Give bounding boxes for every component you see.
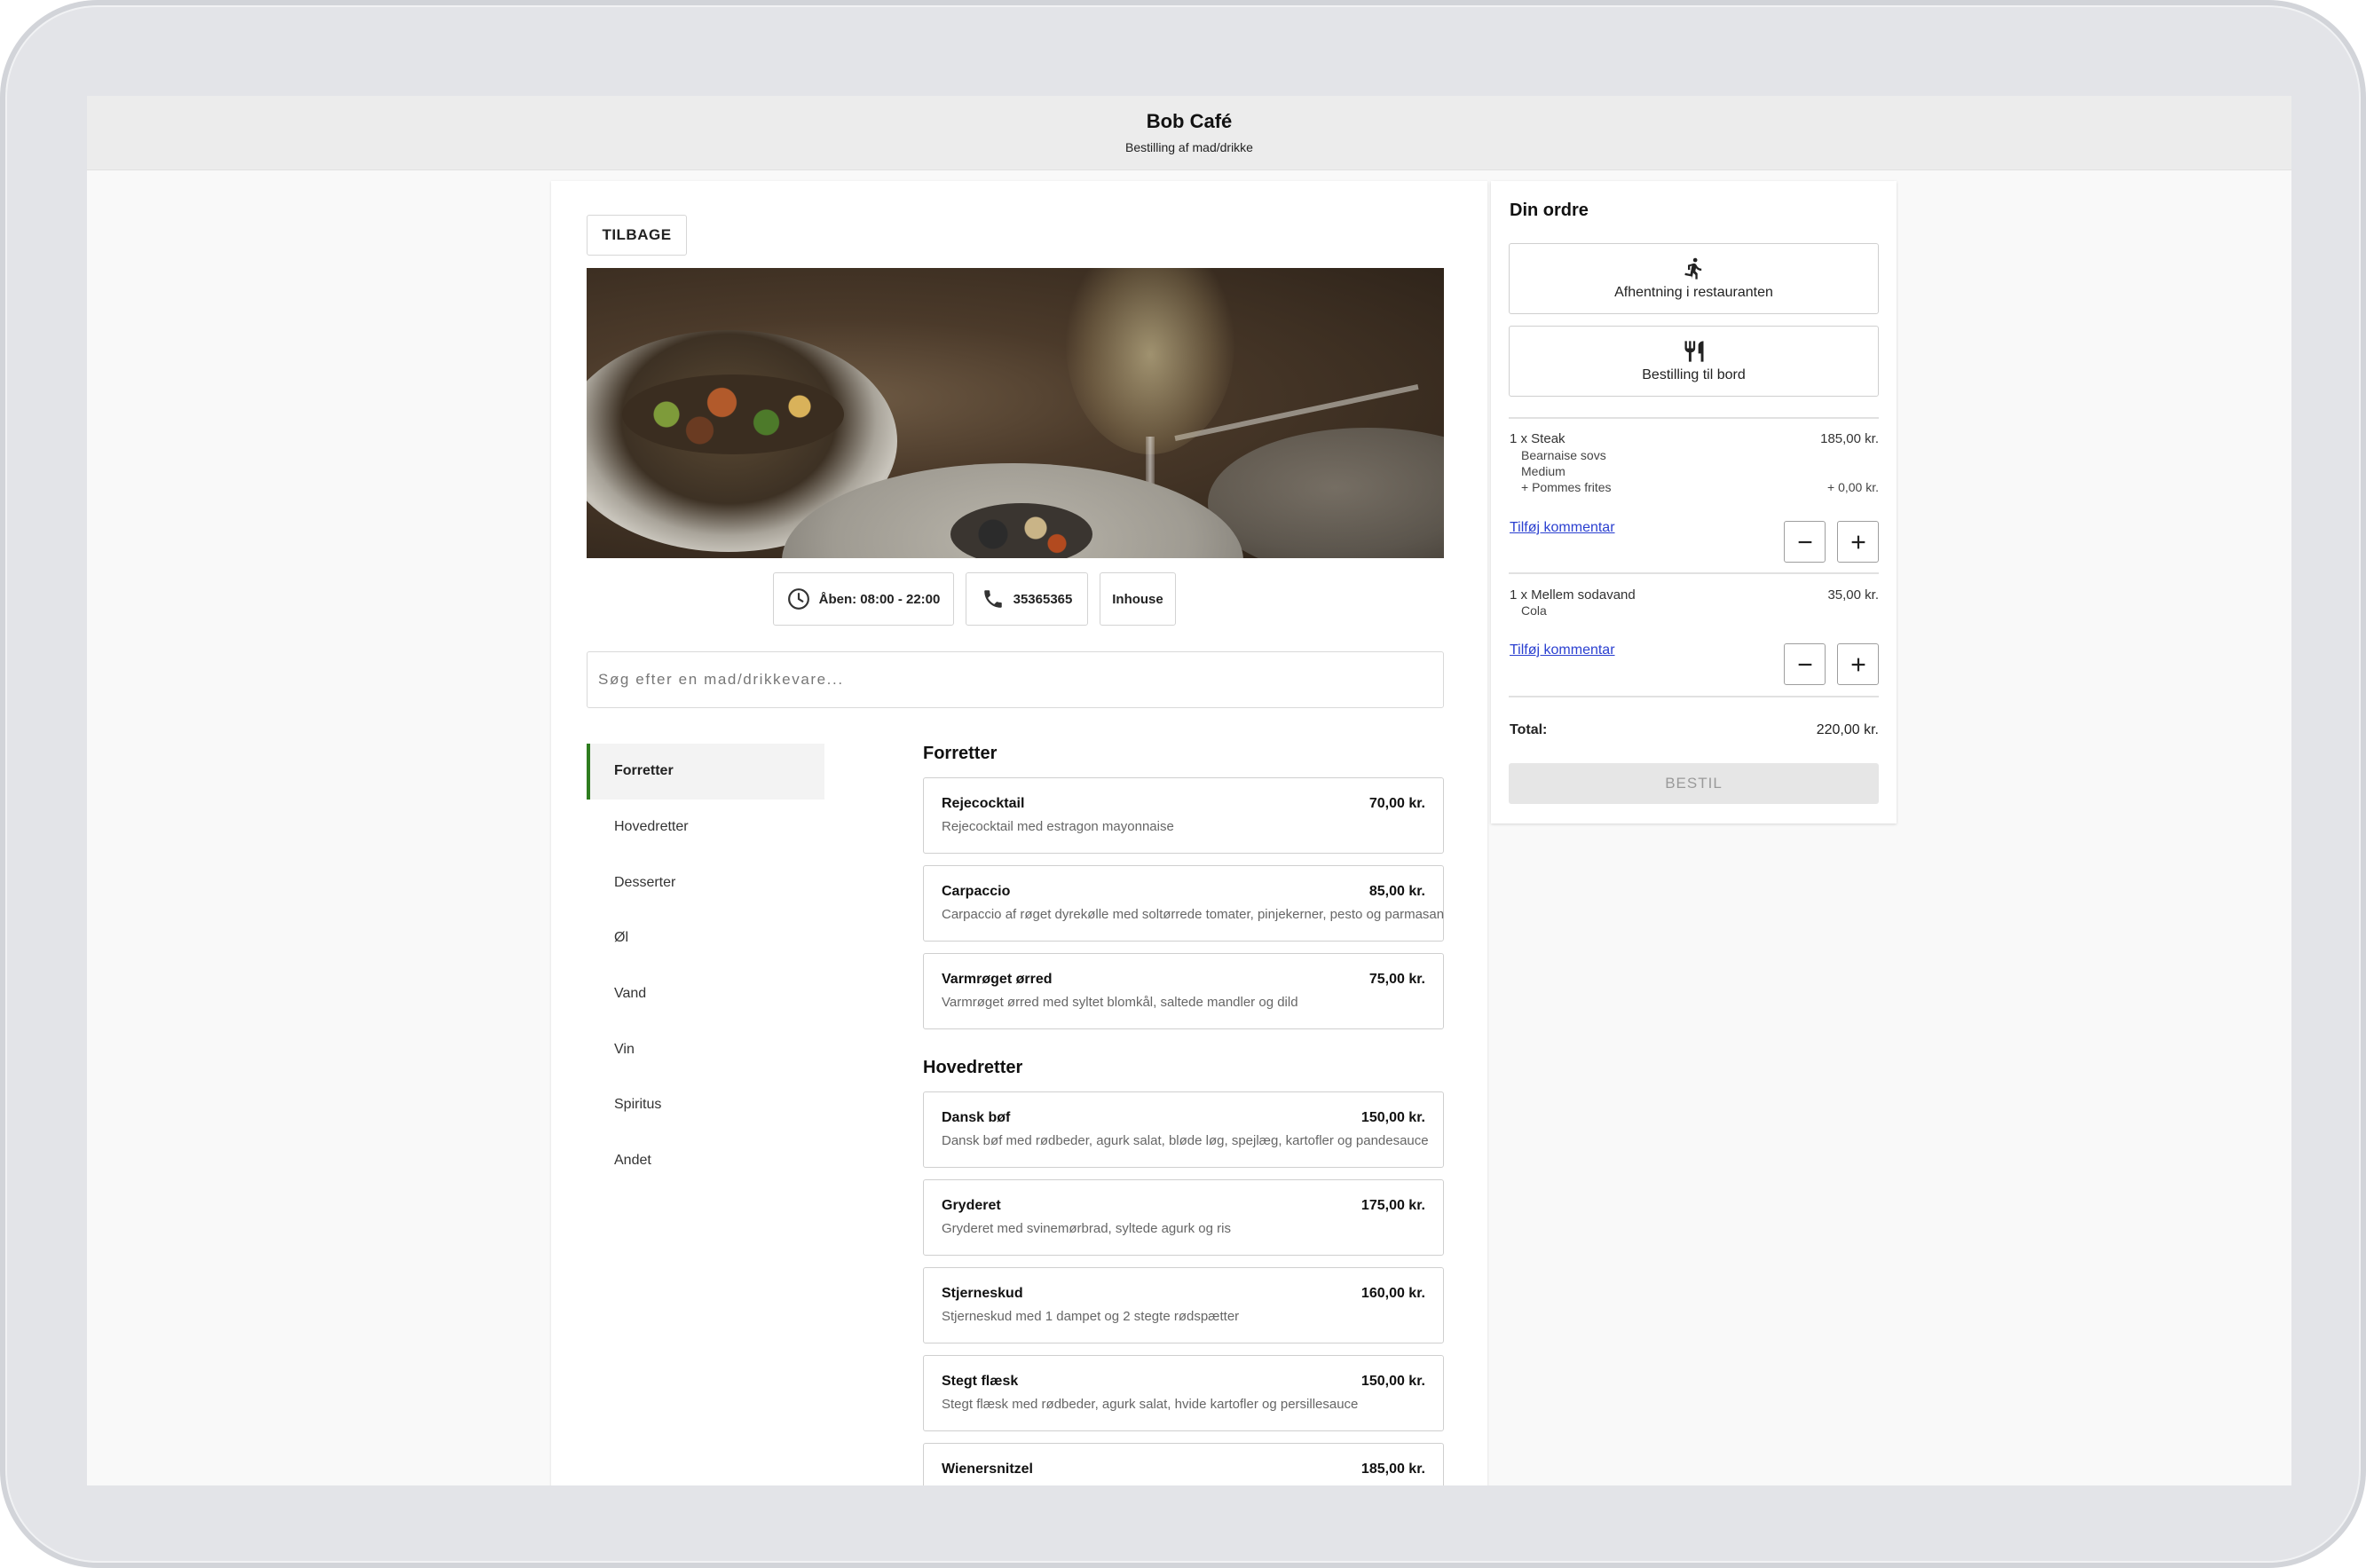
increase-quantity-button[interactable] — [1837, 521, 1879, 563]
opening-hours-pill[interactable]: Åben: 08:00 - 22:00 — [773, 572, 954, 626]
menu-item-card[interactable]: Varmrøget ørred 75,00 kr. Varmrøget ørre… — [923, 953, 1444, 1029]
category-item-ol[interactable]: Øl — [587, 910, 824, 966]
order-divider — [1509, 417, 1879, 419]
category-item-spiritus[interactable]: Spiritus — [587, 1077, 824, 1133]
hero-plate-shape — [1208, 428, 1444, 558]
hero-wine-glass-shape — [1066, 268, 1234, 454]
phone-icon — [983, 590, 1002, 608]
tablet-frame: Bob Café Bestilling af mad/drikke TILBAG… — [0, 0, 2366, 1568]
order-card: Din ordre Afhentning i restauranten Best… — [1491, 181, 1897, 823]
menu-item-name: Rejecocktail — [942, 796, 1025, 811]
menu-item-card[interactable]: Gryderet 175,00 kr. Gryderet med svinemø… — [923, 1179, 1444, 1256]
table-order-label: Bestilling til bord — [1642, 367, 1746, 382]
menu-item-price: 70,00 kr. — [1368, 796, 1425, 811]
order-line-detail: Cola — [1521, 603, 1547, 618]
menu-item-description: Rejecocktail med estragon mayonnaise — [942, 819, 1174, 834]
hero-food-front-shape — [950, 503, 1092, 558]
menu-item-name: Dansk bøf — [942, 1110, 1011, 1125]
phone-number-text: 35365365 — [1013, 591, 1073, 607]
menu-item-price: 85,00 kr. — [1368, 884, 1425, 899]
search-input[interactable] — [587, 651, 1444, 708]
order-line-detail: + Pommes frites — [1521, 480, 1612, 494]
total-label: Total: — [1510, 722, 1548, 737]
menu-item-description: Varmrøget ørred med syltet blomkål, salt… — [942, 995, 1298, 1010]
menu-item-price: 150,00 kr. — [1360, 1374, 1425, 1389]
menu-item-description: Gryderet med svinemørbrad, syltede agurk… — [942, 1221, 1231, 1236]
inhouse-text: Inhouse — [1112, 591, 1163, 607]
plus-icon — [1851, 535, 1865, 548]
category-list: Forretter Hovedretter Desserter Øl Vand … — [587, 744, 824, 1189]
order-line-extra-price: + 0,00 kr. — [1827, 480, 1879, 494]
order-line-price: 185,00 kr. — [1820, 431, 1879, 446]
app-screen: Bob Café Bestilling af mad/drikke TILBAG… — [87, 96, 2291, 1485]
menu-item-name: Varmrøget ørred — [942, 972, 1053, 987]
minus-icon — [1798, 540, 1811, 543]
minus-icon — [1798, 663, 1811, 666]
plus-icon — [1851, 658, 1865, 671]
menu-items-column: Forretter Rejecocktail 70,00 kr. Rejecoc… — [923, 740, 1444, 1485]
category-item-desserter[interactable]: Desserter — [587, 855, 824, 910]
app-header: Bob Café Bestilling af mad/drikke — [87, 96, 2291, 170]
menu-item-price: 175,00 kr. — [1360, 1198, 1425, 1213]
increase-quantity-button[interactable] — [1837, 643, 1879, 685]
menu-item-card[interactable]: Carpaccio 85,00 kr. Carpaccio af røget d… — [923, 865, 1444, 942]
add-comment-link[interactable]: Tilføj kommentar — [1510, 642, 1615, 658]
clock-icon — [787, 588, 809, 610]
category-item-vin[interactable]: Vin — [587, 1021, 824, 1077]
decrease-quantity-button[interactable] — [1784, 643, 1826, 685]
order-line-detail: Bearnaise sovs — [1521, 448, 1606, 462]
menu-item-name: Gryderet — [942, 1198, 1001, 1213]
menu-item-description: Carpaccio af røget dyrekølle med soltørr… — [942, 907, 1445, 922]
menu-item-price: 185,00 kr. — [1360, 1462, 1425, 1477]
menu-item-description: Dansk bøf med rødbeder, agurk salat, blø… — [942, 1133, 1429, 1148]
menu-item-card[interactable]: Stegt flæsk 150,00 kr. Stegt flæsk med r… — [923, 1355, 1444, 1431]
opening-hours-text: Åben: 08:00 - 22:00 — [818, 591, 941, 607]
menu-item-name: Wienersnitzel — [942, 1462, 1033, 1477]
phone-pill[interactable]: 35365365 — [966, 572, 1088, 626]
fork-knife-icon — [1684, 341, 1703, 362]
category-item-forretter[interactable]: Forretter — [587, 744, 824, 800]
menu-item-card[interactable]: Wienersnitzel 185,00 kr. — [923, 1443, 1444, 1485]
place-order-button[interactable]: BESTIL — [1509, 763, 1879, 804]
menu-item-name: Stegt flæsk — [942, 1374, 1019, 1389]
pickup-mode-button[interactable]: Afhentning i restauranten — [1509, 243, 1879, 314]
add-comment-link[interactable]: Tilføj kommentar — [1510, 520, 1615, 536]
table-order-button[interactable]: Bestilling til bord — [1509, 326, 1879, 397]
restaurant-hero-image — [587, 268, 1444, 558]
menu-item-card[interactable]: Rejecocktail 70,00 kr. Rejecocktail med … — [923, 777, 1444, 854]
order-divider — [1509, 696, 1879, 697]
menu-item-price: 75,00 kr. — [1368, 972, 1425, 987]
hero-food-shape — [622, 374, 844, 454]
order-divider — [1509, 572, 1879, 574]
menu-item-name: Stjerneskud — [942, 1286, 1023, 1301]
order-line-detail: Medium — [1521, 464, 1566, 478]
section-title-hovedretter: Hovedretter — [923, 1058, 1023, 1077]
menu-card: TILBAGE Åben: 08:00 - 22:00 35365365 Inh… — [551, 181, 1487, 1485]
order-title: Din ordre — [1510, 201, 1589, 220]
order-line-title: 1 x Steak — [1510, 431, 1566, 446]
category-item-hovedretter[interactable]: Hovedretter — [587, 800, 824, 855]
pickup-mode-label: Afhentning i restauranten — [1614, 285, 1773, 300]
inhouse-pill[interactable]: Inhouse — [1100, 572, 1176, 626]
back-button[interactable]: TILBAGE — [587, 215, 687, 256]
decrease-quantity-button[interactable] — [1784, 521, 1826, 563]
menu-item-card[interactable]: Dansk bøf 150,00 kr. Dansk bøf med rødbe… — [923, 1091, 1444, 1168]
menu-item-price: 160,00 kr. — [1360, 1286, 1425, 1301]
order-line-price: 35,00 kr. — [1827, 587, 1879, 603]
section-title-forretter: Forretter — [923, 744, 998, 763]
walking-person-icon — [1684, 257, 1701, 280]
category-item-andet[interactable]: Andet — [587, 1133, 824, 1189]
info-row: Åben: 08:00 - 22:00 35365365 Inhouse — [551, 572, 1487, 626]
total-value: 220,00 kr. — [1816, 722, 1879, 737]
app-subtitle: Bestilling af mad/drikke — [1125, 140, 1253, 154]
menu-item-card[interactable]: Stjerneskud 160,00 kr. Stjerneskud med 1… — [923, 1267, 1444, 1343]
app-title: Bob Café — [1146, 110, 1233, 132]
menu-item-name: Carpaccio — [942, 884, 1011, 899]
category-item-vand[interactable]: Vand — [587, 966, 824, 1022]
menu-item-description: Stjerneskud med 1 dampet og 2 stegte rød… — [942, 1309, 1240, 1324]
menu-item-price: 150,00 kr. — [1360, 1110, 1425, 1125]
menu-item-description: Stegt flæsk med rødbeder, agurk salat, h… — [942, 1397, 1359, 1412]
order-line-title: 1 x Mellem sodavand — [1510, 587, 1636, 603]
